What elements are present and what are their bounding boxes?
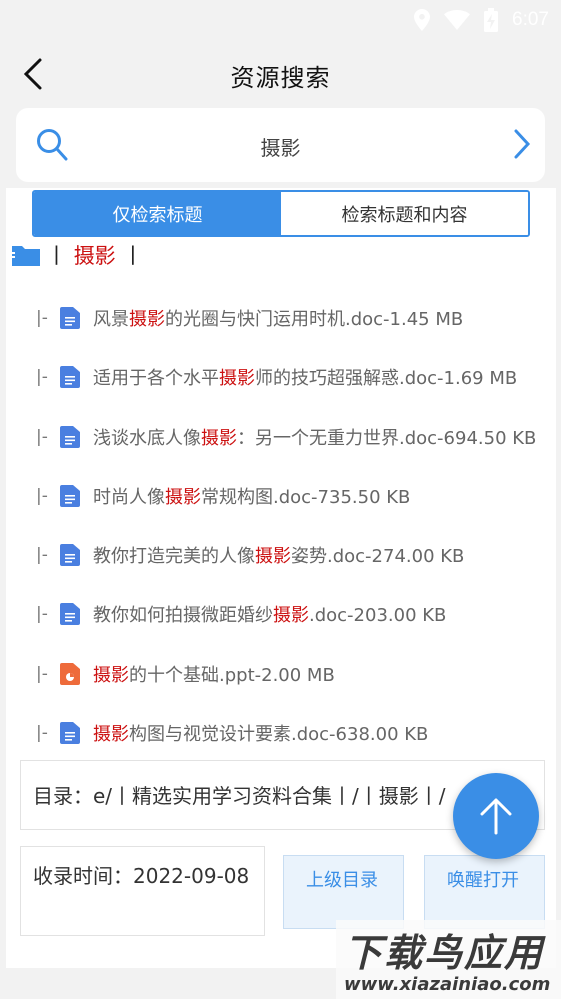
doc-file-icon [60, 603, 80, 625]
doc-file-icon [60, 722, 80, 744]
tree-prefix: |- [36, 427, 48, 447]
doc-file-icon [60, 544, 80, 566]
doc-file-icon [60, 307, 80, 329]
doc-file-icon [60, 366, 80, 388]
tree-prefix: |- [36, 723, 48, 743]
tree-prefix: |- [36, 604, 48, 624]
file-row[interactable]: |- 浅谈水底人像摄影：另一个无重力世界.doc-694.50 KB [36, 422, 536, 452]
watermark: 下载鸟应用 www.xiazainiao.com [336, 920, 561, 999]
watermark-url: www.xiazainiao.com [344, 974, 551, 995]
file-row[interactable]: |- 摄影构图与视觉设计要素.doc-638.00 KB [36, 718, 428, 748]
watermark-logo: 下载鸟应用 [344, 931, 545, 975]
scroll-top-button[interactable] [453, 773, 539, 859]
record-time-box: 收录时间：2022-09-08 [20, 846, 265, 936]
tree-prefix: |- [36, 664, 48, 684]
file-name: 摄影的十个基础.ppt-2.00 MB [93, 665, 335, 686]
doc-file-icon [60, 426, 80, 448]
tree-prefix: |- [36, 545, 48, 565]
wake-open-button[interactable]: 唤醒打开 [424, 855, 545, 929]
file-row[interactable]: |- 时尚人像摄影常规构图.doc-735.50 KB [36, 481, 410, 511]
file-name: 教你如何拍摄微距婚纱摄影.doc-203.00 KB [93, 605, 447, 626]
file-name: 风景摄影的光圈与快门运用时机.doc-1.45 MB [93, 309, 464, 330]
record-time: 收录时间：2022-09-08 [33, 864, 250, 888]
file-row[interactable]: |- 适用于各个水平摄影师的技巧超强解惑.doc-1.69 MB [36, 362, 517, 392]
file-row[interactable]: |- 风景摄影的光圈与快门运用时机.doc-1.45 MB [36, 303, 463, 333]
file-name: 时尚人像摄影常规构图.doc-735.50 KB [93, 487, 411, 508]
arrow-up-icon [480, 798, 512, 835]
file-name: 教你打造完美的人像摄影姿势.doc-274.00 KB [93, 546, 465, 567]
tree-prefix: |- [36, 308, 48, 328]
file-row[interactable]: |- 教你如何拍摄微距婚纱摄影.doc-203.00 KB [36, 599, 446, 629]
file-name: 浅谈水底人像摄影：另一个无重力世界.doc-694.50 KB [93, 428, 537, 449]
file-name: 摄影构图与视觉设计要素.doc-638.00 KB [93, 724, 429, 745]
tree-prefix: |- [36, 486, 48, 506]
ppt-file-icon [60, 663, 80, 685]
directory-path: 目录：e/丨精选实用学习资料合集丨/丨摄影丨/ [33, 784, 446, 808]
doc-file-icon [60, 485, 80, 507]
file-name: 适用于各个水平摄影师的技巧超强解惑.doc-1.69 MB [93, 368, 518, 389]
file-row[interactable]: |- 教你打造完美的人像摄影姿势.doc-274.00 KB [36, 540, 464, 570]
tree-prefix: |- [36, 367, 48, 387]
file-row[interactable]: |- 摄影的十个基础.ppt-2.00 MB [36, 659, 335, 689]
parent-directory-button[interactable]: 上级目录 [283, 855, 404, 929]
